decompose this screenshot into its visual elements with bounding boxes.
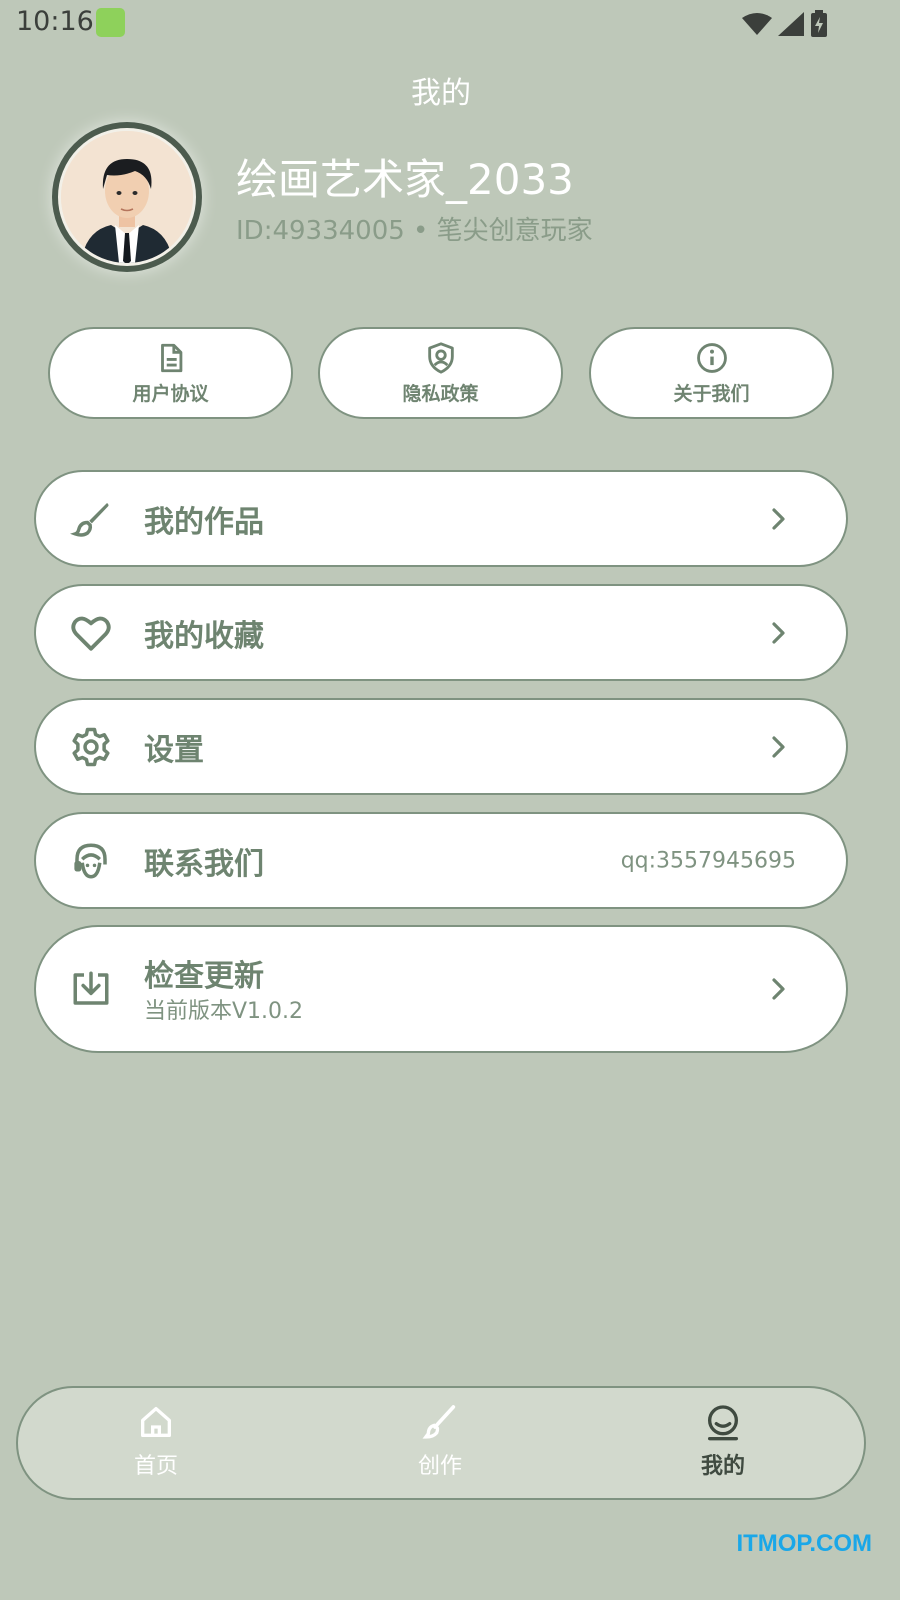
headset-icon xyxy=(74,842,107,879)
nav-profile-label: 我的 xyxy=(700,1454,745,1479)
page-title: 我的 xyxy=(411,76,471,111)
settings-item[interactable]: 设置 xyxy=(34,698,848,795)
document-icon xyxy=(160,343,182,372)
privacy-policy-button[interactable]: 隐私政策 xyxy=(318,327,563,419)
status-bar: 10:16 xyxy=(0,0,882,48)
current-version-text: 当前版本V1.0.2 xyxy=(144,999,304,1024)
user-id-line: ID:49334005 • 笔尖创意玩家 xyxy=(236,216,593,246)
username: 绘画艺术家_2033 xyxy=(236,155,574,204)
nav-create[interactable]: 创作 xyxy=(340,1388,540,1498)
watermark: ITMOP.COM xyxy=(736,1530,872,1557)
profile-icon xyxy=(708,1405,738,1441)
heart-icon xyxy=(71,616,111,651)
my-works-label: 我的作品 xyxy=(144,504,264,540)
download-icon xyxy=(73,971,109,1005)
status-time: 10:16 xyxy=(16,6,94,37)
gear-icon xyxy=(72,727,110,766)
qq-contact-text: qq:3557945695 xyxy=(620,848,796,873)
info-icon xyxy=(696,342,727,373)
user-agreement-label: 用户协议 xyxy=(132,382,209,405)
app-notification-icon xyxy=(96,8,125,37)
battery-icon xyxy=(811,10,827,37)
nav-home[interactable]: 首页 xyxy=(56,1388,256,1498)
user-agreement-button[interactable]: 用户协议 xyxy=(48,327,293,419)
about-us-label: 关于我们 xyxy=(673,382,750,405)
nav-create-label: 创作 xyxy=(417,1454,462,1479)
avatar-image xyxy=(58,128,196,266)
nav-profile[interactable]: 我的 xyxy=(623,1388,823,1498)
chevron-right-icon xyxy=(772,978,785,1000)
contact-us-item[interactable]: 联系我们 qq:3557945695 xyxy=(34,812,848,909)
status-indicators xyxy=(742,10,828,38)
contact-us-label: 联系我们 xyxy=(144,846,264,882)
shield-icon xyxy=(427,341,454,374)
check-update-label: 检查更新 xyxy=(144,959,264,994)
signal-icon xyxy=(778,12,804,36)
nav-home-label: 首页 xyxy=(133,1454,178,1479)
my-works-item[interactable]: 我的作品 xyxy=(34,470,848,567)
my-favorites-label: 我的收藏 xyxy=(144,618,264,654)
settings-label: 设置 xyxy=(144,732,204,768)
avatar[interactable] xyxy=(52,122,202,272)
brush-icon xyxy=(422,1405,456,1439)
wifi-icon xyxy=(742,13,772,35)
chevron-right-icon xyxy=(772,735,785,758)
bottom-nav: 首页 创作 我的 xyxy=(16,1386,866,1500)
check-update-item[interactable]: 检查更新 当前版本V1.0.2 xyxy=(34,925,848,1053)
chevron-right-icon xyxy=(772,507,785,530)
home-icon xyxy=(141,1407,171,1437)
chevron-right-icon xyxy=(772,621,785,644)
privacy-policy-label: 隐私政策 xyxy=(402,382,479,405)
my-favorites-item[interactable]: 我的收藏 xyxy=(34,584,848,681)
about-us-button[interactable]: 关于我们 xyxy=(589,327,834,419)
brush-icon xyxy=(70,502,109,537)
